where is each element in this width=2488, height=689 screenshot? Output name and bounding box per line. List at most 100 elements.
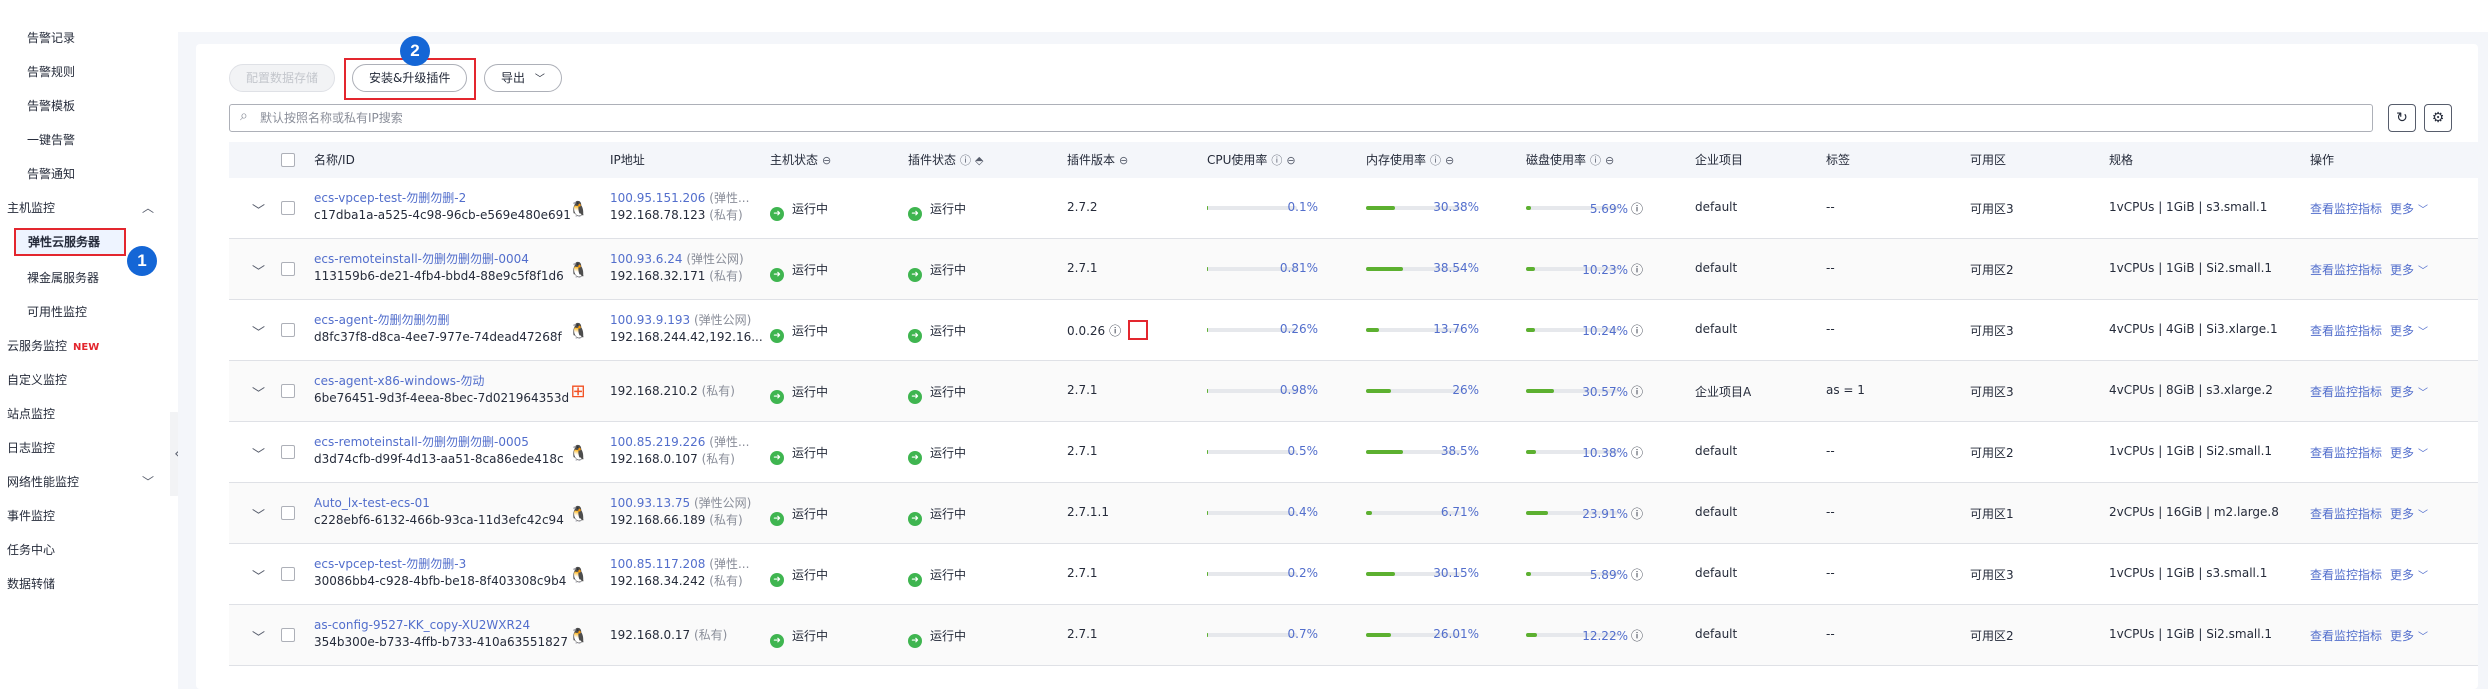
public-ip[interactable]: 100.93.6.24 (弹性公网) [610,251,744,267]
filter-icon[interactable]: ⊖ [1119,154,1128,167]
row-checkbox[interactable] [281,323,295,337]
instance-name-link[interactable]: ecs-vpcep-test-勿删勿删-3 [314,556,566,572]
sidebar-item-0[interactable]: 告警记录 [0,23,75,53]
chevron-icon[interactable]: ︿ [142,193,154,223]
instance-name-link[interactable]: ecs-remoteinstall-勿删勿删勿删-0005 [314,434,564,450]
row-checkbox[interactable] [281,384,295,398]
expand-chevron-icon[interactable]: ﹀ [252,444,265,463]
table-row[interactable]: ﹀ ecs-agent-勿删勿删勿删 d8fc37f8-d8ca-4ee7-977e… [229,300,2478,361]
help-icon[interactable]: ⓘ [960,154,971,167]
col-mem[interactable]: 内存使用率 ⓘ ⊖ [1366,142,1454,178]
col-disk[interactable]: 磁盘使用率 ⓘ ⊖ [1526,142,1614,178]
view-metrics-link[interactable]: 查看监控指标 [2310,629,2382,643]
col-cpu[interactable]: CPU使用率 ⓘ ⊖ [1207,142,1296,178]
instance-name-link[interactable]: Auto_lx-test-ecs-01 [314,495,564,511]
sort-icon[interactable]: ⬘ [975,154,983,167]
help-icon[interactable]: ⓘ [1430,154,1441,167]
sidebar-item-13[interactable]: 网络性能监控 ﹀ [0,467,160,497]
sidebar-item-10[interactable]: 自定义监控 [0,365,67,395]
public-ip[interactable]: 100.93.9.193 (弹性公网) [610,312,763,328]
sidebar-item-12[interactable]: 日志监控 [0,433,55,463]
disk-detail-icon[interactable]: ⓘ [1631,446,1643,460]
row-checkbox[interactable] [281,201,295,215]
more-menu[interactable]: 更多 ﹀ [2390,446,2428,460]
config-storage-button[interactable]: 配置数据存储 [229,64,336,92]
instance-name-link[interactable]: ecs-vpcep-test-勿删勿删-2 [314,190,571,206]
disk-detail-icon[interactable]: ⓘ [1631,507,1643,521]
view-metrics-link[interactable]: 查看监控指标 [2310,568,2382,582]
view-metrics-link[interactable]: 查看监控指标 [2310,446,2382,460]
sidebar-item-14[interactable]: 事件监控 [0,501,55,531]
public-ip[interactable]: 100.85.219.226 (弹性... [610,434,749,450]
table-row[interactable]: ﹀ ecs-remoteinstall-勿删勿删勿删-0004 113159b6-d… [229,239,2478,300]
table-row[interactable]: ﹀ ecs-vpcep-test-勿删勿删-2 c17dba1a-a525-4c98… [229,178,2478,239]
table-row[interactable]: ﹀ as-config-9527-KK_copy-XU2WXR24 354b300e… [229,605,2478,666]
more-menu[interactable]: 更多 ﹀ [2390,202,2428,216]
expand-chevron-icon[interactable]: ﹀ [252,261,265,280]
disk-detail-icon[interactable]: ⓘ [1631,629,1643,643]
col-host-status[interactable]: 主机状态 ⊖ [770,142,831,178]
more-menu[interactable]: 更多 ﹀ [2390,385,2428,399]
sidebar-item-3[interactable]: 一键告警 [0,125,75,155]
disk-detail-icon[interactable]: ⓘ [1631,385,1643,399]
disk-detail-icon[interactable]: ⓘ [1631,202,1643,216]
sidebar-item-7[interactable]: 裸金属服务器 [0,263,99,293]
select-all-checkbox[interactable] [281,153,295,167]
refresh-button[interactable]: ↻ [2388,104,2416,132]
row-checkbox[interactable] [281,445,295,459]
col-plugin-version[interactable]: 插件版本 ⊖ [1067,142,1128,178]
row-checkbox[interactable] [281,567,295,581]
filter-icon[interactable]: ⊖ [1445,154,1454,167]
sidebar-item-15[interactable]: 任务中心 [0,535,55,565]
more-menu[interactable]: 更多 ﹀ [2390,324,2428,338]
upgrade-info-icon[interactable]: ⓘ [1109,324,1121,338]
search-box[interactable]: ⌕ [229,104,2373,132]
expand-chevron-icon[interactable]: ﹀ [252,566,265,585]
expand-chevron-icon[interactable]: ﹀ [252,627,265,646]
disk-detail-icon[interactable]: ⓘ [1631,324,1643,338]
help-icon[interactable]: ⓘ [1271,154,1282,167]
filter-icon[interactable]: ⊖ [1286,154,1295,167]
public-ip[interactable]: 100.95.151.206 (弹性... [610,190,749,206]
help-icon[interactable]: ⓘ [1590,154,1601,167]
chevron-icon[interactable]: ﹀ [142,467,154,497]
sidebar-item-16[interactable]: 数据转储 [0,569,55,599]
search-input[interactable] [260,108,2260,128]
expand-chevron-icon[interactable]: ﹀ [252,200,265,219]
col-plugin-status[interactable]: 插件状态 ⓘ ⬘ [908,142,983,178]
export-button[interactable]: 导出 ﹀ [484,64,562,92]
view-metrics-link[interactable]: 查看监控指标 [2310,263,2382,277]
instance-name-link[interactable]: ecs-agent-勿删勿删勿删 [314,312,562,328]
more-menu[interactable]: 更多 ﹀ [2390,568,2428,582]
install-upgrade-plugin-button[interactable]: 安装&升级插件 [352,64,468,92]
table-row[interactable]: ﹀ ecs-vpcep-test-勿删勿删-3 30086bb4-c928-4bfb… [229,544,2478,605]
view-metrics-link[interactable]: 查看监控指标 [2310,385,2382,399]
sidebar-item-6[interactable]: 弹性云服务器 [14,228,126,256]
row-checkbox[interactable] [281,628,295,642]
filter-icon[interactable]: ⊖ [1605,154,1614,167]
filter-icon[interactable]: ⊖ [822,154,831,167]
more-menu[interactable]: 更多 ﹀ [2390,507,2428,521]
instance-name-link[interactable]: ecs-remoteinstall-勿删勿删勿删-0004 [314,251,564,267]
instance-name-link[interactable]: ces-agent-x86-windows-勿动 [314,373,569,389]
expand-chevron-icon[interactable]: ﹀ [252,322,265,341]
expand-chevron-icon[interactable]: ﹀ [252,383,265,402]
view-metrics-link[interactable]: 查看监控指标 [2310,202,2382,216]
table-row[interactable]: ﹀ ces-agent-x86-windows-勿动 6be76451-9d3f-4… [229,361,2478,422]
sidebar-item-9[interactable]: 云服务监控 NEW [0,331,99,361]
view-metrics-link[interactable]: 查看监控指标 [2310,324,2382,338]
sidebar-item-1[interactable]: 告警规则 [0,57,75,87]
row-checkbox[interactable] [281,262,295,276]
row-checkbox[interactable] [281,506,295,520]
sidebar-item-4[interactable]: 告警通知 [0,159,75,189]
sidebar-item-5[interactable]: 主机监控 ︿ [0,193,160,223]
table-row[interactable]: ﹀ ecs-remoteinstall-勿删勿删勿删-0005 d3d74cfb-d… [229,422,2478,483]
settings-button[interactable]: ⚙ [2424,104,2452,132]
sidebar-item-11[interactable]: 站点监控 [0,399,55,429]
disk-detail-icon[interactable]: ⓘ [1631,568,1643,582]
more-menu[interactable]: 更多 ﹀ [2390,629,2428,643]
more-menu[interactable]: 更多 ﹀ [2390,263,2428,277]
public-ip[interactable]: 100.85.117.208 (弹性... [610,556,749,572]
view-metrics-link[interactable]: 查看监控指标 [2310,507,2382,521]
sidebar-item-8[interactable]: 可用性监控 [0,297,87,327]
